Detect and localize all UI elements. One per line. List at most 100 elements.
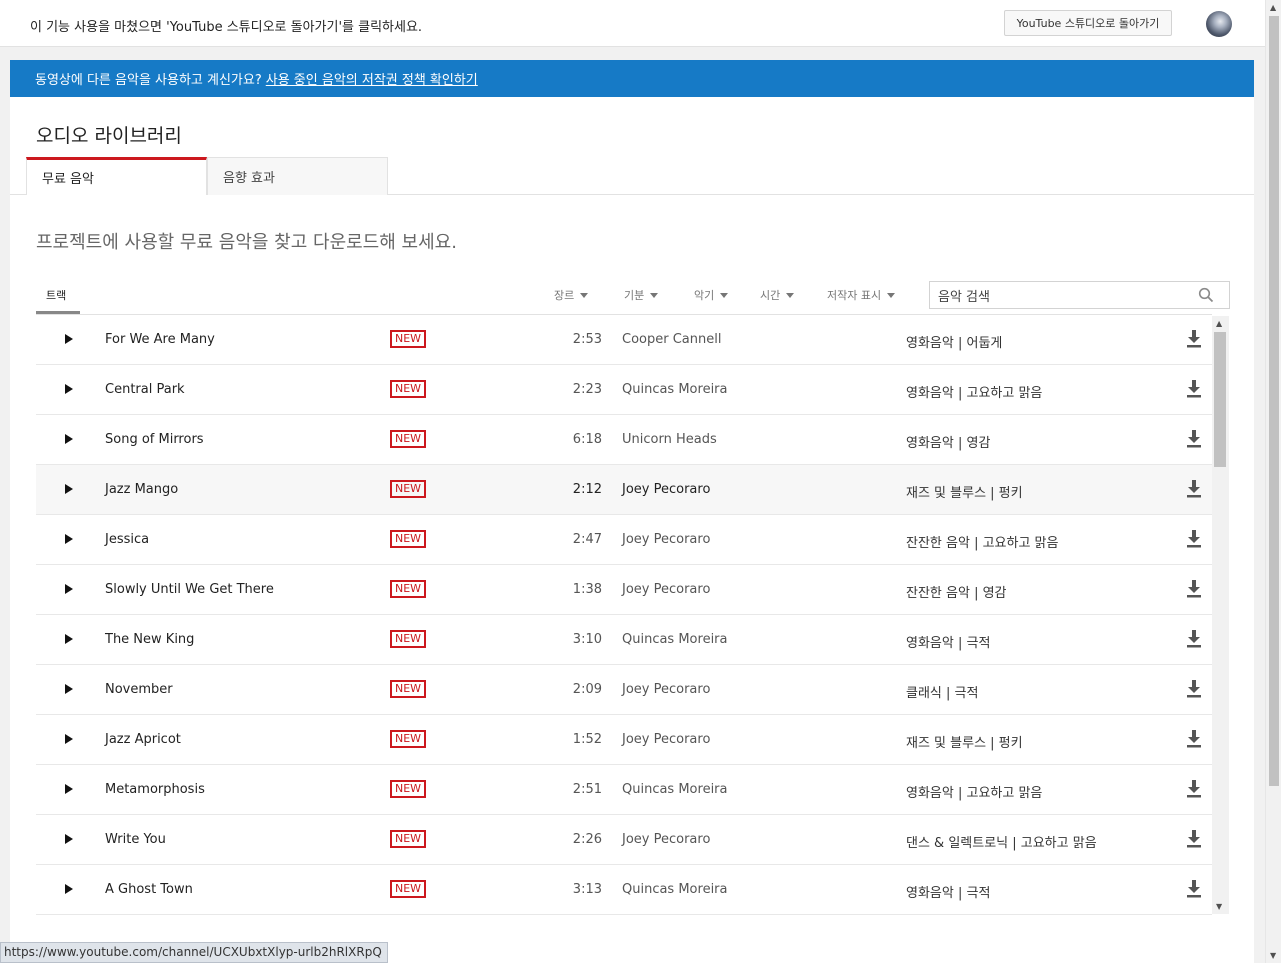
play-icon[interactable] bbox=[65, 484, 73, 494]
new-badge: NEW bbox=[390, 530, 427, 548]
track-row[interactable]: For We Are Many NEW 2:53 Cooper Cannell 영화음악… bbox=[36, 315, 1212, 365]
track-title: For We Are Many bbox=[105, 332, 215, 347]
track-row[interactable]: Song of Mirrors NEW 6:18 Unicorn Heads 영화음악 … bbox=[36, 415, 1212, 465]
track-artist[interactable]: Joey Pecoraro bbox=[622, 482, 710, 497]
music-search-input[interactable]: 음악 검색 bbox=[929, 281, 1230, 309]
search-icon[interactable] bbox=[1198, 287, 1214, 303]
track-row[interactable]: Central Park NEW 2:23 Quincas Moreira 영화음악 |… bbox=[36, 365, 1212, 415]
track-genre-mood: 영화음악 | 극적 bbox=[906, 636, 991, 651]
track-duration: 2:47 bbox=[572, 532, 602, 547]
instrument-filter[interactable]: 악기 bbox=[694, 287, 729, 303]
track-duration: 2:09 bbox=[572, 682, 602, 697]
track-duration: 2:23 bbox=[572, 382, 602, 397]
track-duration: 1:38 bbox=[572, 582, 602, 597]
track-artist[interactable]: Quincas Moreira bbox=[622, 632, 728, 647]
track-title: Jessica bbox=[105, 532, 150, 547]
track-artist[interactable]: Joey Pecoraro bbox=[622, 582, 710, 597]
track-artist[interactable]: Unicorn Heads bbox=[622, 432, 717, 447]
play-icon[interactable] bbox=[65, 884, 73, 894]
avatar[interactable] bbox=[1206, 11, 1232, 37]
download-icon[interactable] bbox=[1186, 529, 1202, 549]
track-artist[interactable]: Quincas Moreira bbox=[622, 382, 728, 397]
tracks-tab[interactable]: 트랙 bbox=[36, 281, 80, 314]
back-to-studio-button[interactable]: YouTube 스튜디오로 돌아가기 bbox=[1004, 10, 1172, 36]
track-artist[interactable]: Joey Pecoraro bbox=[622, 732, 710, 747]
track-artist[interactable]: Quincas Moreira bbox=[622, 882, 728, 897]
download-icon[interactable] bbox=[1186, 879, 1202, 899]
download-icon[interactable] bbox=[1186, 679, 1202, 699]
download-icon[interactable] bbox=[1186, 829, 1202, 849]
scroll-up-icon[interactable]: ▲ bbox=[1216, 319, 1222, 328]
track-title: A Ghost Town bbox=[105, 882, 193, 897]
copyright-policy-link[interactable]: 사용 중인 음악의 저작권 정책 확인하기 bbox=[266, 69, 478, 88]
tab-free-music[interactable]: 무료 음악 bbox=[26, 157, 207, 195]
chevron-down-icon bbox=[786, 292, 795, 298]
download-icon[interactable] bbox=[1186, 329, 1202, 349]
track-genre-mood: 댄스 & 일렉트로닉 | 고요하고 맑음 bbox=[906, 836, 1097, 851]
track-row[interactable]: Jazz Apricot NEW 1:52 Joey Pecoraro 재즈 및 블루스… bbox=[36, 715, 1212, 765]
play-icon[interactable] bbox=[65, 784, 73, 794]
chevron-down-icon bbox=[720, 292, 729, 298]
track-row[interactable]: The New King NEW 3:10 Quincas Moreira 영화음악 |… bbox=[36, 615, 1212, 665]
download-icon[interactable] bbox=[1186, 629, 1202, 649]
scroll-thumb[interactable] bbox=[1214, 332, 1226, 467]
track-row[interactable]: Metamorphosis NEW 2:51 Quincas Moreira 영화음악 … bbox=[36, 765, 1212, 815]
track-list-scrollbar[interactable]: ▲ ▼ bbox=[1212, 316, 1229, 914]
page-title: 오디오 라이브러리 bbox=[36, 125, 182, 147]
scroll-thumb[interactable] bbox=[1269, 16, 1279, 786]
track-row[interactable]: Write You NEW 2:26 Joey Pecoraro 댄스 & 일렉트로닉 … bbox=[36, 815, 1212, 865]
play-icon[interactable] bbox=[65, 584, 73, 594]
play-icon[interactable] bbox=[65, 334, 73, 344]
download-icon[interactable] bbox=[1186, 779, 1202, 799]
track-artist[interactable]: Joey Pecoraro bbox=[622, 682, 710, 697]
track-artist[interactable]: Joey Pecoraro bbox=[622, 832, 710, 847]
track-title: Metamorphosis bbox=[105, 782, 205, 797]
play-icon[interactable] bbox=[65, 534, 73, 544]
track-row[interactable]: A Ghost Town NEW 3:13 Quincas Moreira 영화음악 |… bbox=[36, 865, 1212, 915]
track-genre-mood: 잔잔한 음악 | 고요하고 맑음 bbox=[906, 536, 1059, 551]
track-row[interactable]: Slowly Until We Get There NEW 1:38 Joey Pec… bbox=[36, 565, 1212, 615]
attribution-filter[interactable]: 저작자 표시 bbox=[827, 287, 896, 303]
download-icon[interactable] bbox=[1186, 579, 1202, 599]
play-icon[interactable] bbox=[65, 684, 73, 694]
download-icon[interactable] bbox=[1186, 479, 1202, 499]
scroll-down-icon[interactable]: ▼ bbox=[1270, 951, 1276, 960]
return-message: 이 기능 사용을 마쳤으면 'YouTube 스튜디오로 돌아가기'를 클릭하세… bbox=[30, 20, 423, 35]
track-row[interactable]: November NEW 2:09 Joey Pecoraro 클래식 | 극적 bbox=[36, 665, 1212, 715]
duration-filter[interactable]: 시간 bbox=[760, 287, 795, 303]
new-badge: NEW bbox=[390, 730, 427, 748]
new-badge: NEW bbox=[390, 780, 427, 798]
track-title: Jazz Apricot bbox=[105, 732, 181, 747]
mood-filter[interactable]: 기분 bbox=[624, 287, 659, 303]
track-artist[interactable]: Cooper Cannell bbox=[622, 332, 721, 347]
play-icon[interactable] bbox=[65, 634, 73, 644]
track-artist[interactable]: Joey Pecoraro bbox=[622, 532, 710, 547]
new-badge: NEW bbox=[390, 630, 427, 648]
download-icon[interactable] bbox=[1186, 429, 1202, 449]
page-scrollbar[interactable]: ▲ ▼ bbox=[1265, 0, 1281, 963]
play-icon[interactable] bbox=[65, 384, 73, 394]
track-row[interactable]: Jazz Mango NEW 2:12 Joey Pecoraro 재즈 및 블루스 |… bbox=[36, 465, 1212, 515]
download-icon[interactable] bbox=[1186, 729, 1202, 749]
scroll-down-icon[interactable]: ▼ bbox=[1216, 902, 1222, 911]
track-title: Write You bbox=[105, 832, 166, 847]
track-duration: 2:53 bbox=[572, 332, 602, 347]
play-icon[interactable] bbox=[65, 734, 73, 744]
play-icon[interactable] bbox=[65, 834, 73, 844]
track-duration: 3:10 bbox=[572, 632, 602, 647]
track-duration: 6:18 bbox=[572, 432, 602, 447]
tab-sound-effects[interactable]: 음향 효과 bbox=[207, 157, 388, 195]
track-list: For We Are Many NEW 2:53 Cooper Cannell 영화음악… bbox=[36, 315, 1212, 915]
instrument-filter-label: 악기 bbox=[694, 289, 715, 302]
scroll-up-icon[interactable]: ▲ bbox=[1270, 3, 1276, 12]
download-icon[interactable] bbox=[1186, 379, 1202, 399]
track-artist[interactable]: Quincas Moreira bbox=[622, 782, 728, 797]
duration-filter-label: 시간 bbox=[760, 289, 781, 302]
track-genre-mood: 재즈 및 블루스 | 펑키 bbox=[906, 486, 1023, 501]
track-row[interactable]: Jessica NEW 2:47 Joey Pecoraro 잔잔한 음악 | 고요하고… bbox=[36, 515, 1212, 565]
track-duration: 2:51 bbox=[572, 782, 602, 797]
chevron-down-icon bbox=[650, 292, 659, 298]
genre-filter[interactable]: 장르 bbox=[554, 287, 589, 303]
track-duration: 2:12 bbox=[572, 482, 602, 497]
play-icon[interactable] bbox=[65, 434, 73, 444]
